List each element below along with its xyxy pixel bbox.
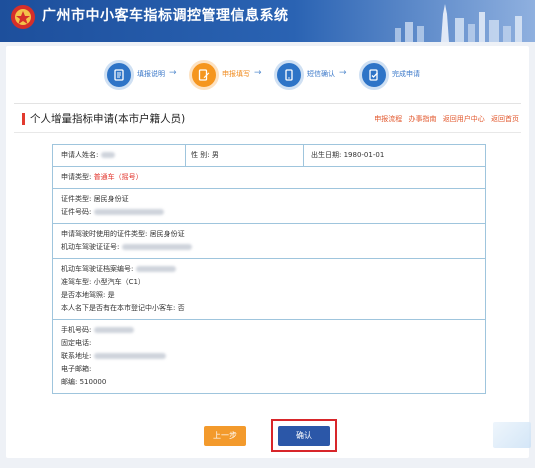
form-row-vehicle: 机动车驾驶证档案编号: 准驾车型: 小型汽车（C1） 是否本地驾照: 是 本人名…: [53, 258, 485, 319]
id-type-field: 证件类型: 居民身份证: [61, 195, 129, 203]
step-arrow-icon: →: [254, 68, 262, 78]
step-arrow-icon: →: [169, 68, 177, 78]
redacted-value: [93, 327, 134, 333]
mobile-field: 手机号码:: [61, 324, 477, 337]
form-row-license: 申请驾驶时使用的证件类型: 居民身份证 机动车驾驶证证号:: [53, 223, 485, 258]
cell-divider: [185, 145, 186, 166]
cell-divider: [303, 145, 304, 166]
redacted-value: [93, 353, 166, 359]
section-title: 个人增量指标申请(本市户籍人员): [30, 113, 186, 125]
has-car-field: 本人名下是否有在本市登记中小客车: 否: [61, 304, 185, 312]
confirm-button[interactable]: 确认: [278, 426, 330, 446]
phone-field: 固定电话:: [61, 339, 92, 347]
form-edit-icon: [189, 60, 219, 90]
license-file-field: 机动车驾驶证档案编号:: [61, 263, 477, 276]
redacted-value: [100, 152, 115, 158]
divider: [14, 103, 521, 104]
applicant-name-field: 申请人姓名:: [61, 149, 115, 162]
city-skyline-icon: [395, 4, 522, 42]
top-links: 申报流程 办事指南 返回用户中心 返回首页: [370, 114, 519, 124]
corner-watermark: [493, 422, 531, 448]
link-home[interactable]: 返回首页: [491, 115, 519, 123]
site-title: 广州市中小客车指标调控管理信息系统: [42, 8, 289, 24]
apply-type-field: 申请类型: 普通车（摇号）: [61, 173, 143, 181]
gender-field: 性 别: 男: [191, 151, 219, 159]
check-document-icon: [359, 60, 389, 90]
step-label: 短信确认: [307, 70, 335, 78]
form-row-id: 证件类型: 居民身份证 证件号码:: [53, 188, 485, 223]
phone-sms-icon: [274, 60, 304, 90]
step-arrow-icon: →: [339, 68, 347, 78]
vehicle-class-field: 准驾车型: 小型汽车（C1）: [61, 278, 145, 286]
address-field: 联系地址:: [61, 350, 477, 363]
city-emblem-icon: [11, 5, 35, 29]
form-row-basic: 申请人姓名: 性 别: 男 出生日期: 1980-01-01: [53, 145, 485, 166]
license-number-field: 机动车驾驶证证号:: [61, 241, 477, 254]
redacted-value: [135, 266, 176, 272]
form-row-apply-type: 申请类型: 普通车（摇号）: [53, 166, 485, 188]
main-panel: 填报说明 → 申报填写 → 短信确认 → 完成申请 个人增量指标申请(本市户籍人…: [6, 46, 529, 458]
progress-steps: 填报说明 → 申报填写 → 短信确认 → 完成申请: [6, 54, 529, 98]
link-apply-process[interactable]: 申报流程: [374, 115, 402, 123]
link-guide[interactable]: 办事指南: [409, 115, 437, 123]
redacted-value: [93, 209, 164, 215]
email-field: 电子邮箱:: [61, 365, 92, 373]
divider: [14, 132, 521, 133]
birth-date-field: 出生日期: 1980-01-01: [311, 151, 385, 159]
id-number-field: 证件号码:: [61, 206, 477, 219]
step-label: 完成申请: [392, 70, 420, 78]
redacted-value: [121, 244, 192, 250]
app-header: 广州市中小客车指标调控管理信息系统: [0, 0, 535, 42]
application-form: 申请人姓名: 性 别: 男 出生日期: 1980-01-01 申请类型: 普通车…: [52, 144, 486, 394]
previous-step-button[interactable]: 上一步: [204, 426, 246, 446]
step-label: 申报填写: [222, 70, 250, 78]
local-license-field: 是否本地驾照: 是: [61, 291, 115, 299]
document-list-icon: [104, 60, 134, 90]
link-user-center[interactable]: 返回用户中心: [443, 115, 485, 123]
postcode-field: 邮编: 510000: [61, 378, 107, 386]
form-row-contact: 手机号码: 固定电话: 联系地址: 电子邮箱: 邮编: 510000: [53, 319, 485, 393]
step-label: 填报说明: [137, 70, 165, 78]
license-id-type-field: 申请驾驶时使用的证件类型: 居民身份证: [61, 230, 185, 238]
section-marker: [22, 113, 25, 125]
